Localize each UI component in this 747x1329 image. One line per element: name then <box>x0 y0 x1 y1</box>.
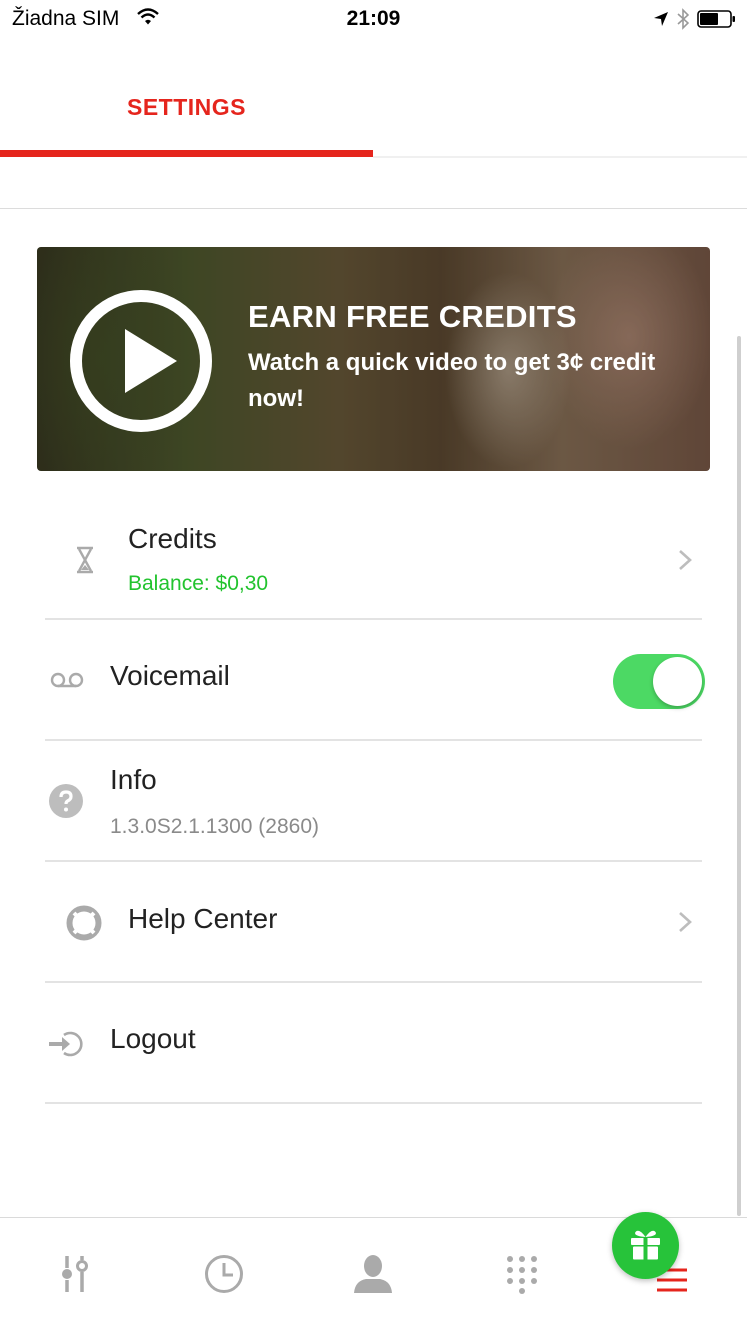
nav-sliders[interactable] <box>0 1218 149 1329</box>
location-arrow-icon <box>653 11 669 32</box>
promo-title: EARN FREE CREDITS <box>248 299 577 334</box>
credits-balance: Balance: $0,30 <box>128 572 269 595</box>
tab-settings[interactable]: SETTINGS <box>0 94 373 121</box>
lifebuoy-icon <box>66 905 102 946</box>
status-bar: Žiadna SIM 21:09 <box>0 0 747 38</box>
bluetooth-icon <box>677 8 690 35</box>
contact-icon <box>353 1255 392 1293</box>
chevron-right-icon <box>678 549 692 576</box>
logout-row[interactable]: Logout <box>45 983 702 1104</box>
clock-time: 21:09 <box>346 7 401 30</box>
credits-row[interactable]: Credits Balance: $0,30 <box>45 500 702 620</box>
toggle-knob <box>653 657 702 706</box>
gift-button[interactable] <box>612 1212 679 1279</box>
tab-divider <box>373 156 747 158</box>
nav-dialpad[interactable] <box>447 1218 596 1329</box>
clock-icon <box>204 1255 243 1293</box>
help-center-label: Help Center <box>128 903 278 934</box>
scrollbar[interactable] <box>737 336 741 1216</box>
play-icon <box>70 290 212 432</box>
chevron-right-icon <box>678 911 692 938</box>
voicemail-toggle[interactable] <box>613 654 705 709</box>
promo-subtitle: Watch a quick video to get 3¢ credit now… <box>248 349 656 412</box>
voicemail-row: Voicemail <box>45 620 705 741</box>
battery-icon <box>697 9 737 34</box>
nav-recents[interactable] <box>149 1218 298 1329</box>
tab-header: SETTINGS <box>0 38 747 160</box>
info-label: Info <box>110 764 157 795</box>
credits-label: Credits <box>128 523 217 554</box>
hourglass-icon <box>75 546 95 579</box>
question-icon <box>49 784 83 823</box>
earn-credits-banner[interactable]: EARN FREE CREDITS Watch a quick video to… <box>37 247 710 471</box>
nav-contacts[interactable] <box>298 1218 447 1329</box>
dialpad-icon <box>506 1256 537 1294</box>
row-divider <box>45 1102 702 1104</box>
info-row[interactable]: Info 1.3.0S2.1.1300 (2860) <box>45 741 702 862</box>
header-divider <box>0 208 747 209</box>
help-center-row[interactable]: Help Center <box>45 862 702 983</box>
voicemail-label: Voicemail <box>110 660 230 691</box>
sliders-icon <box>61 1256 88 1292</box>
tab-active-indicator <box>0 150 373 157</box>
voicemail-icon <box>50 672 84 693</box>
app-version: 1.3.0S2.1.1300 (2860) <box>110 815 319 838</box>
logout-label: Logout <box>110 1023 196 1054</box>
gift-icon <box>631 1230 660 1260</box>
logout-icon <box>48 1030 84 1063</box>
